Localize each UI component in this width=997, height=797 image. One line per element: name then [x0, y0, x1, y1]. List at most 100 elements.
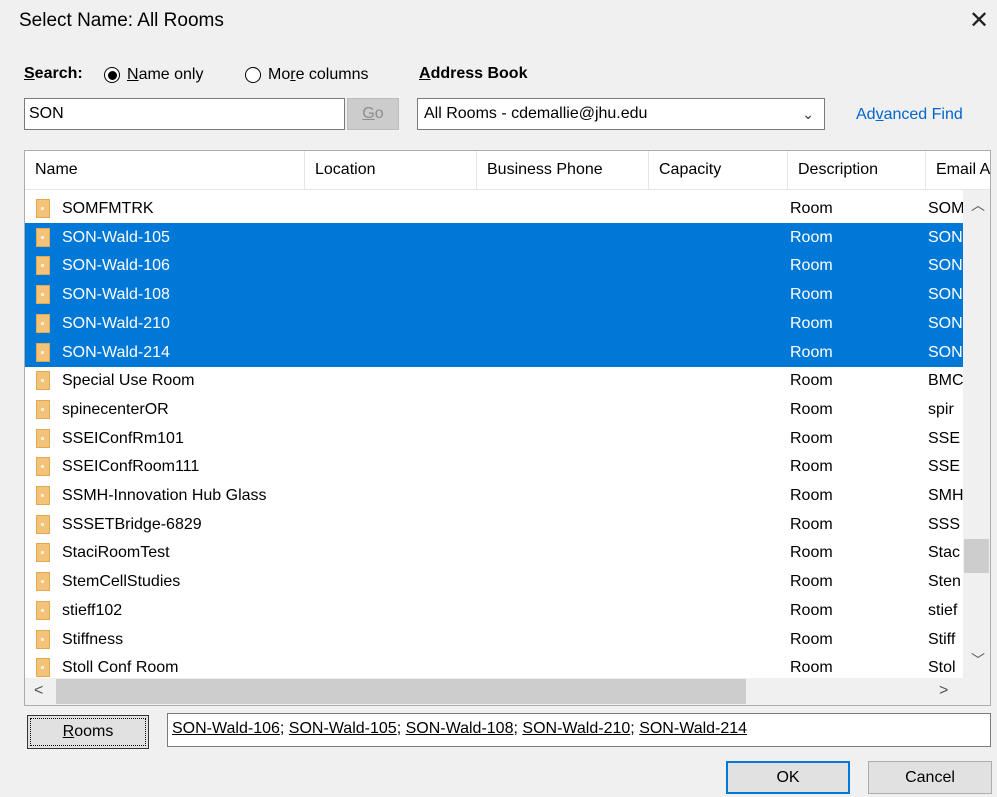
- scroll-left-icon[interactable]: <: [34, 682, 43, 700]
- radio-name-only[interactable]: Name only: [104, 66, 203, 84]
- cell-name: SON-Wald-105: [62, 228, 170, 246]
- recipient-separator: ;: [513, 720, 518, 737]
- cell-description: Room: [790, 429, 833, 447]
- recipient-name[interactable]: SON-Wald-214: [639, 720, 747, 737]
- horizontal-scroll-thumb[interactable]: [56, 679, 746, 704]
- room-icon: [36, 199, 50, 218]
- scroll-up-icon[interactable]: ︿: [971, 195, 985, 215]
- recipient-name[interactable]: SON-Wald-106: [172, 720, 280, 737]
- column-header-description[interactable]: Description: [788, 151, 926, 189]
- column-header-email[interactable]: Email A: [926, 151, 990, 189]
- table-row[interactable]: SON-Wald-108 Room SON: [25, 280, 963, 310]
- cell-description: Room: [790, 343, 833, 361]
- search-input[interactable]: SON: [24, 98, 345, 130]
- address-book-select[interactable]: All Rooms - cdemallie@jhu.edu ⌄: [417, 98, 825, 130]
- list-header: Name Location Business Phone Capacity De…: [25, 151, 990, 190]
- cancel-button[interactable]: Cancel: [868, 761, 992, 794]
- recipient-name[interactable]: SON-Wald-210: [522, 720, 630, 737]
- radio-more-columns-indicator[interactable]: [245, 67, 261, 83]
- cell-description: Room: [790, 228, 833, 246]
- scroll-down-icon[interactable]: ﹀: [971, 650, 985, 670]
- table-row[interactable]: SSMH-Innovation Hub Glass Room SMH: [25, 481, 963, 510]
- close-icon[interactable]: ✕: [969, 6, 989, 36]
- cell-email: BMC: [928, 372, 963, 390]
- rooms-button[interactable]: Rooms: [27, 715, 149, 749]
- table-row[interactable]: stieff102 Room stief: [25, 596, 963, 625]
- column-header-name[interactable]: Name: [25, 151, 305, 189]
- address-book-selected: All Rooms - cdemallie@jhu.edu: [424, 105, 648, 122]
- room-icon: [36, 399, 50, 419]
- room-icon: [36, 543, 50, 563]
- vertical-scrollbar[interactable]: ︿ ﹀: [963, 190, 990, 678]
- horizontal-scrollbar[interactable]: < >: [25, 678, 963, 705]
- scroll-right-icon[interactable]: >: [939, 682, 948, 700]
- cell-name: Stiffness: [62, 630, 124, 648]
- cell-description: Room: [790, 601, 833, 619]
- room-icon: [36, 572, 50, 592]
- recipient-name[interactable]: SON-Wald-105: [289, 720, 397, 737]
- table-row[interactable]: Stiffness Room Stiff: [25, 625, 963, 654]
- table-row[interactable]: SSSETBridge-6829 Room SSS: [25, 510, 963, 539]
- cell-description: Room: [790, 630, 833, 648]
- go-button[interactable]: Go: [347, 98, 399, 130]
- cell-email: SON: [928, 257, 963, 275]
- cell-description: Room: [790, 573, 833, 591]
- cell-name: SON-Wald-108: [62, 286, 170, 304]
- cell-email: spir: [928, 400, 954, 418]
- cell-description: Room: [790, 200, 833, 217]
- vertical-scroll-thumb[interactable]: [964, 539, 989, 573]
- room-icon: [36, 227, 50, 247]
- table-row[interactable]: SSEIConfRm101 Room SSE: [25, 424, 963, 453]
- table-row[interactable]: SON-Wald-210 Room SON: [25, 308, 963, 338]
- cell-email: Stac: [928, 544, 961, 562]
- table-row[interactable]: SOMFMTRK Room SOM: [25, 194, 963, 223]
- radio-selected-dot: [107, 70, 117, 80]
- advanced-find-link[interactable]: Advanced Find: [856, 106, 963, 124]
- cell-email: SSS: [928, 515, 961, 533]
- radio-name-only-indicator[interactable]: [104, 67, 120, 83]
- cell-description: Room: [790, 515, 833, 533]
- cell-name: SON-Wald-214: [62, 343, 170, 361]
- ok-button[interactable]: OK: [726, 761, 850, 794]
- radio-more-columns[interactable]: More columns: [245, 66, 368, 84]
- cell-name: StemCellStudies: [62, 573, 181, 591]
- table-row[interactable]: SSEIConfRoom111 Room SSE: [25, 452, 963, 481]
- cell-email: SSE: [928, 429, 961, 447]
- recipient-separator: ;: [396, 720, 402, 737]
- cell-name: SSSETBridge-6829: [62, 515, 202, 533]
- room-icon: [36, 457, 50, 477]
- column-header-business-phone[interactable]: Business Phone: [477, 151, 649, 189]
- cell-name: Special Use Room: [62, 372, 195, 390]
- cell-description: Room: [790, 257, 833, 275]
- room-icon: [36, 256, 50, 276]
- radio-more-columns-label: More columns: [268, 66, 369, 83]
- table-row[interactable]: Special Use Room Room BMC: [25, 366, 963, 395]
- room-icon: [36, 371, 50, 391]
- table-row[interactable]: SON-Wald-214 Room SON: [25, 337, 963, 367]
- cell-name: SON-Wald-106: [62, 257, 170, 275]
- chevron-down-icon: ⌄: [802, 106, 814, 122]
- table-row[interactable]: spinecenterOR Room spir: [25, 395, 963, 424]
- room-icon: [36, 600, 50, 620]
- table-row[interactable]: SON-Wald-105 Room SON: [25, 222, 963, 252]
- room-icon: [36, 629, 50, 649]
- table-row[interactable]: SON-Wald-106 Room SON: [25, 251, 963, 281]
- recipient-separator: ;: [630, 720, 635, 737]
- table-row[interactable]: StaciRoomTest Room Stac: [25, 538, 963, 567]
- room-icon: [36, 313, 50, 333]
- recipients-field[interactable]: SON-Wald-106; SON-Wald-105; SON-Wald-108…: [167, 713, 991, 747]
- column-header-capacity[interactable]: Capacity: [649, 151, 788, 189]
- cell-email: Stiff: [928, 630, 956, 648]
- cell-description: Room: [790, 314, 833, 332]
- cell-description: Room: [790, 286, 833, 304]
- table-row[interactable]: StemCellStudies Room Sten: [25, 567, 963, 596]
- rooms-list[interactable]: Name Location Business Phone Capacity De…: [24, 150, 991, 706]
- recipient-name[interactable]: SON-Wald-108: [406, 720, 514, 737]
- address-book-label: Address Book: [419, 65, 528, 82]
- column-header-location[interactable]: Location: [305, 151, 477, 189]
- cell-email: SSE: [928, 458, 961, 476]
- cell-name: SSMH-Innovation Hub Glass: [62, 487, 267, 504]
- cell-name: SON-Wald-210: [62, 314, 170, 332]
- cell-email: SOM: [928, 200, 963, 217]
- cell-email: SON: [928, 228, 963, 246]
